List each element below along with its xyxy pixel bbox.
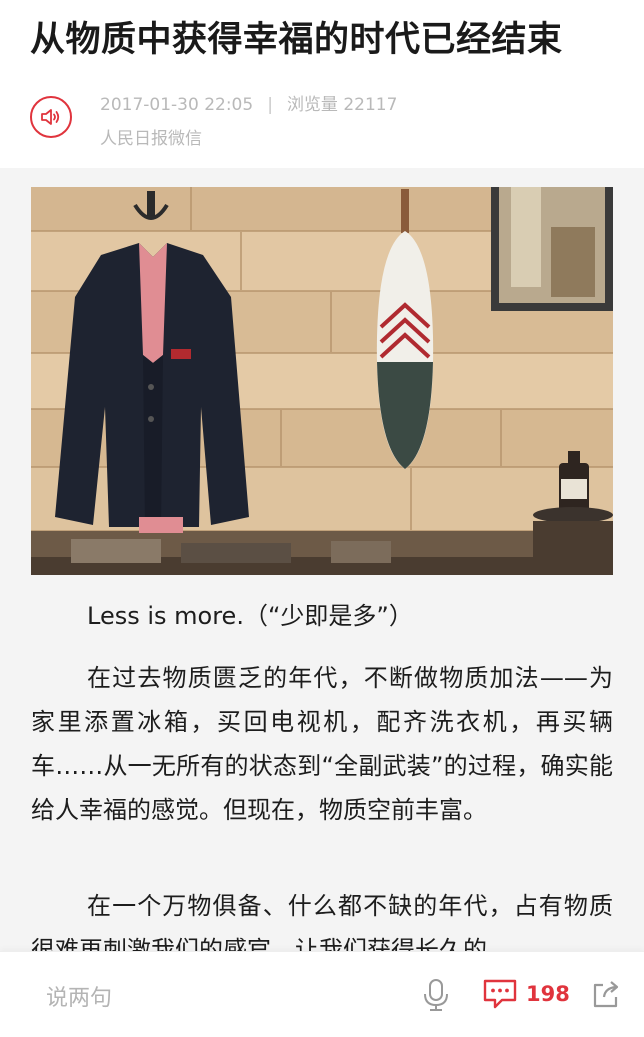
bottom-action-bar: 说两句 198 [0,951,644,1037]
article-source[interactable]: 人民日报微信 [100,124,202,149]
article-header: 从物质中获得幸福的时代已经结束 2017-01-30 22:05 | 浏览量 221… [0,0,644,168]
photo-caption: Less is more.（“少即是多”） [87,602,413,630]
share-icon[interactable] [590,978,622,1010]
comment-count[interactable]: 198 [526,982,570,1006]
publish-date: 2017-01-30 22:05 [100,95,254,115]
article-meta: 2017-01-30 22:05 | 浏览量 22117 [100,90,397,115]
article-paragraph-1: 在过去物质匮乏的年代，不断做物质加法——为家里添置冰箱，买回电视机，配齐洗衣机，… [31,664,613,824]
article-photo[interactable] [31,187,613,575]
audio-play-button[interactable] [30,96,72,138]
article-title: 从物质中获得幸福的时代已经结束 [30,20,563,60]
speaker-icon [41,109,60,125]
photo-illustration [31,187,613,575]
meta-separator: | [267,95,273,115]
comment-input[interactable]: 说两句 [46,980,112,1012]
microphone-icon[interactable] [422,978,450,1012]
views-label: 浏览量 [286,95,338,115]
views-count: 22117 [343,95,398,115]
comment-bubble-icon[interactable] [482,978,518,1010]
